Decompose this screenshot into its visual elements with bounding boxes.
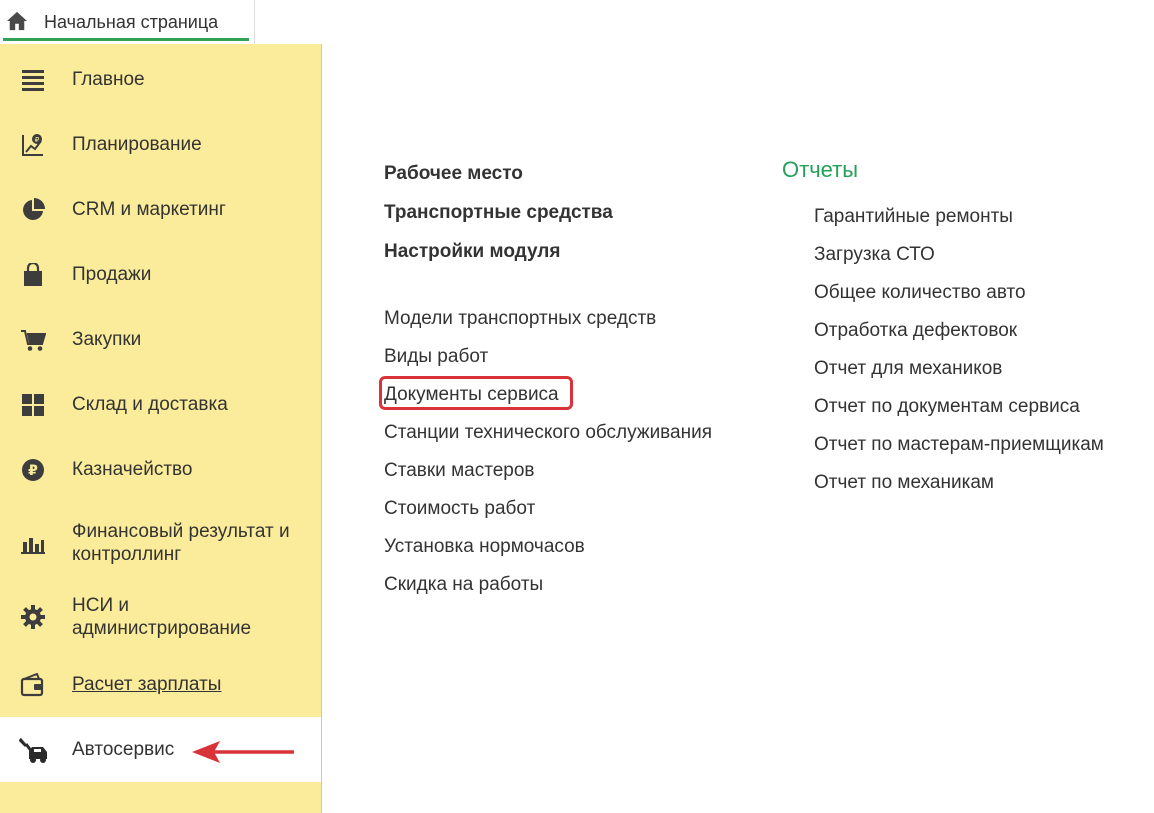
link-module-settings[interactable]: Настройки модуля <box>384 241 560 263</box>
link-work-discount[interactable]: Скидка на работы <box>384 574 543 596</box>
sidebar-item-label: CRM и маркетинг <box>72 199 226 220</box>
sidebar-item-sales[interactable]: Продажи <box>0 242 321 307</box>
link-service-stations[interactable]: Станции технического обслуживания <box>384 422 712 444</box>
sidebar-item-main[interactable]: Главное <box>0 47 321 112</box>
link-vehicle-models[interactable]: Модели транспортных средств <box>384 308 656 330</box>
sidebar-item-label: Финансовый результат и контроллинг <box>72 520 290 565</box>
sidebar-item-label: Автосервис <box>72 739 175 760</box>
svg-text:₽: ₽ <box>28 463 38 479</box>
report-sto-load[interactable]: Загрузка СТО <box>814 244 935 266</box>
report-total-cars[interactable]: Общее количество авто <box>814 282 1026 304</box>
sidebar-item-label: Склад и доставка <box>72 394 228 415</box>
annotation-arrow <box>192 741 294 763</box>
sidebar-item-treasury[interactable]: ₽ Казначейство <box>0 437 321 502</box>
active-tab-indicator <box>3 38 249 41</box>
reports-heading: Отчеты <box>782 157 859 182</box>
gear-icon <box>20 604 46 630</box>
tab-label: Начальная страница <box>44 12 219 32</box>
cart-icon <box>20 327 46 353</box>
sidebar-item-label: Главное <box>72 69 145 90</box>
wallet-icon <box>20 672 46 698</box>
link-work-types[interactable]: Виды работ <box>384 346 488 368</box>
link-workplace[interactable]: Рабочее место <box>384 163 523 185</box>
report-for-mechanics[interactable]: Отчет для механиков <box>814 358 1002 380</box>
shopping-bag-icon <box>20 262 46 288</box>
link-norm-hours[interactable]: Установка нормочасов <box>384 536 585 558</box>
svg-text:₽: ₽ <box>35 136 40 144</box>
report-warranty-repairs[interactable]: Гарантийные ремонты <box>814 206 1013 228</box>
home-icon <box>7 11 27 31</box>
sidebar-item-label: НСИ и администрирование <box>72 594 252 639</box>
pie-chart-icon <box>20 197 46 223</box>
sidebar-item-label: Казначейство <box>72 459 193 480</box>
sidebar-item-finance[interactable]: Финансовый результат и контроллинг <box>0 510 321 575</box>
sidebar-item-label: Планирование <box>72 134 202 155</box>
sidebar-item-nsi-admin[interactable]: НСИ и администрирование <box>0 584 321 649</box>
sidebar-item-payroll[interactable]: Расчет зарплаты <box>0 652 321 717</box>
menu-lines-icon <box>20 67 46 93</box>
tab-home[interactable]: Начальная страница <box>0 0 255 44</box>
link-vehicles[interactable]: Транспортные средства <box>384 202 613 224</box>
link-master-rates[interactable]: Ставки мастеров <box>384 460 535 482</box>
report-receivers[interactable]: Отчет по мастерам-приемщикам <box>814 434 1104 456</box>
warehouse-grid-icon <box>20 392 46 418</box>
car-service-icon <box>18 737 50 763</box>
link-work-cost[interactable]: Стоимость работ <box>384 498 535 520</box>
ruble-coin-icon: ₽ <box>20 457 46 483</box>
sidebar-item-label: Закупки <box>72 329 142 350</box>
sidebar-item-warehouse[interactable]: Склад и доставка <box>0 372 321 437</box>
sidebar: Главное ₽ Планирование CRM и маркетинг П… <box>0 44 322 813</box>
sidebar-item-label: Расчет зарплаты <box>72 674 222 695</box>
highlight-frame <box>379 376 573 410</box>
sidebar-item-label: Продажи <box>72 264 152 285</box>
planning-icon: ₽ <box>20 132 46 158</box>
report-service-documents[interactable]: Отчет по документам сервиса <box>814 396 1080 418</box>
bar-chart-icon <box>20 530 46 556</box>
sidebar-item-planning[interactable]: ₽ Планирование <box>0 112 321 177</box>
report-defects[interactable]: Отработка дефектовок <box>814 320 1017 342</box>
sidebar-item-crm[interactable]: CRM и маркетинг <box>0 177 321 242</box>
sidebar-item-purchases[interactable]: Закупки <box>0 307 321 372</box>
report-by-mechanics[interactable]: Отчет по механикам <box>814 472 994 494</box>
